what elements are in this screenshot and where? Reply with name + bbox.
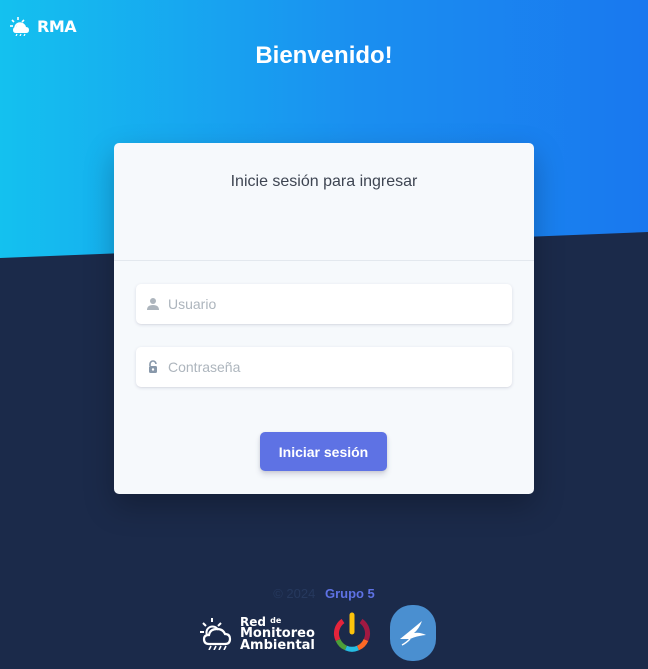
power-ring-logo-icon	[333, 612, 370, 652]
username-input[interactable]	[168, 296, 488, 312]
brand-logo-text: RMA	[37, 16, 77, 36]
network-logo: Red de Monitoreo Ambiental	[200, 615, 315, 652]
login-button[interactable]: Iniciar sesión	[260, 432, 387, 471]
footer-copyright: © 2024 Grupo 5	[0, 586, 648, 601]
brand-logo[interactable]: RMA	[10, 14, 77, 38]
username-field[interactable]	[136, 284, 512, 324]
login-title: Inicie sesión para ingresar	[230, 173, 418, 190]
lock-icon	[149, 360, 157, 373]
login-card: Inicie sesión para ingresar Iniciar sesi…	[114, 143, 534, 494]
user-icon	[147, 298, 159, 310]
login-card-header: Inicie sesión para ingresar	[114, 143, 534, 261]
copyright-text: © 2024	[273, 586, 316, 601]
sun-cloud-icon	[200, 618, 232, 650]
welcome-heading: Bienvenido!	[255, 42, 393, 69]
bird-logo-icon	[389, 605, 436, 661]
password-field[interactable]	[136, 347, 512, 387]
footer-logos: Red de Monitoreo Ambiental	[200, 605, 436, 661]
password-input[interactable]	[168, 359, 488, 375]
network-logo-text: Red de Monitoreo Ambiental	[240, 614, 315, 653]
group-link[interactable]: Grupo 5	[325, 586, 375, 601]
sun-cloud-icon	[10, 17, 29, 36]
